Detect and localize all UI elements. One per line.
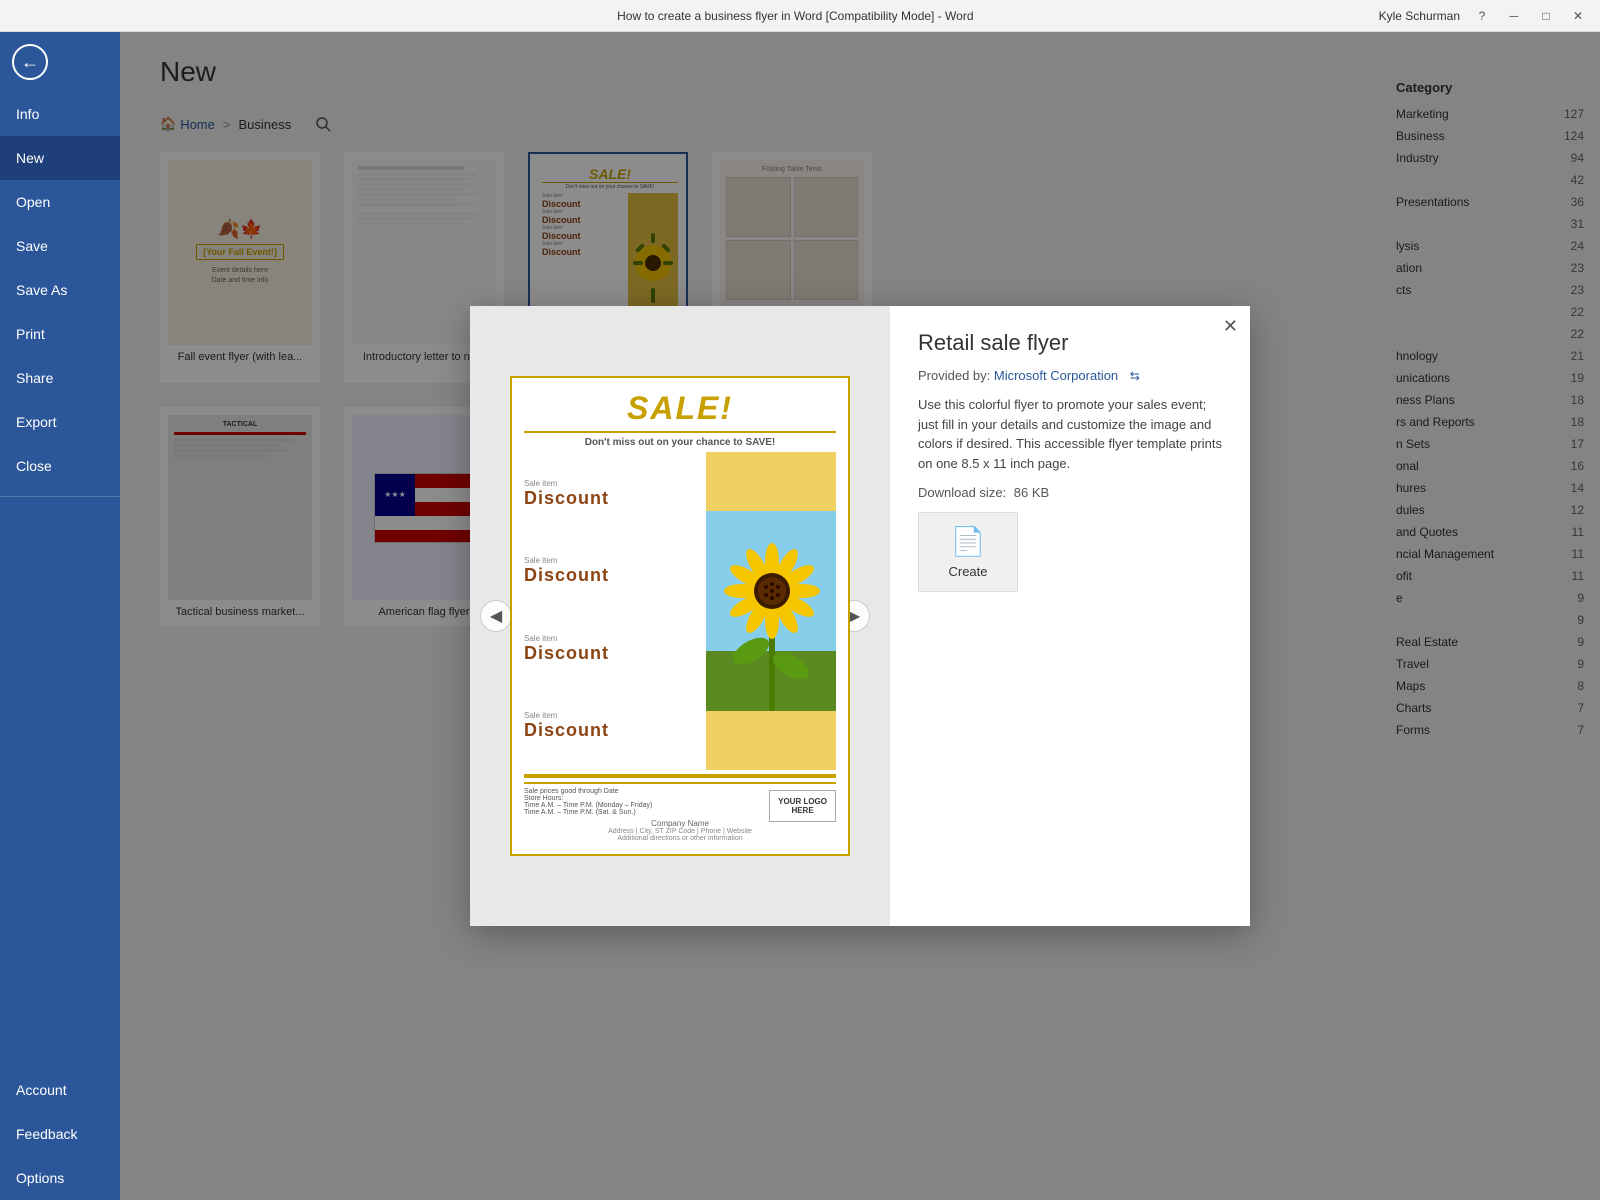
provider-label: Provided by: — [918, 368, 990, 383]
sidebar-divider — [0, 496, 120, 497]
flyer-item-label-3: Sale item — [524, 634, 698, 643]
flyer-footer-3: Time A.M. – Time P.M. (Monday – Friday) — [524, 802, 652, 809]
sidebar-label-open: Open — [16, 194, 50, 210]
modal-description: Use this colorful flyer to promote your … — [918, 395, 1222, 473]
create-icon: 📄 — [951, 525, 986, 558]
sidebar: ← Info New Open Save Save As Print Share… — [0, 32, 120, 1200]
sidebar-item-options[interactable]: Options — [0, 1156, 120, 1200]
flyer-title: SALE! — [524, 390, 836, 433]
flyer-item-1: Sale item Discount — [524, 479, 698, 509]
flyer-items: Sale item Discount Sale item Discount Sa… — [524, 452, 698, 770]
title-bar: How to create a business flyer in Word [… — [0, 0, 1600, 32]
minimize-button[interactable]: ─ — [1504, 6, 1524, 26]
user-name: Kyle Schurman — [1379, 9, 1460, 23]
flyer-item-value-4: Discount — [524, 720, 698, 741]
flyer-image — [706, 452, 836, 770]
maximize-button[interactable]: □ — [1536, 6, 1556, 26]
flyer-item-label-1: Sale item — [524, 479, 698, 488]
modal-overlay[interactable]: ✕ ◀ ▶ SALE! Don't miss out on your chanc… — [120, 32, 1600, 1200]
window-title: How to create a business flyer in Word [… — [212, 9, 1379, 23]
modal-title: Retail sale flyer — [918, 330, 1222, 356]
modal-provider: Provided by: Microsoft Corporation ⇆ — [918, 368, 1222, 383]
flyer-footer-1: Sale prices good through Date — [524, 788, 652, 795]
sidebar-label-save-as: Save As — [16, 282, 67, 298]
sidebar-item-save[interactable]: Save — [0, 224, 120, 268]
flyer-item-2: Sale item Discount — [524, 556, 698, 586]
sidebar-label-share: Share — [16, 370, 53, 386]
back-button[interactable]: ← — [0, 32, 60, 92]
sidebar-item-new[interactable]: New — [0, 136, 120, 180]
sidebar-label-save: Save — [16, 238, 48, 254]
flyer-body: Sale item Discount Sale item Discount Sa… — [524, 452, 836, 770]
sidebar-bottom: Account Feedback Options — [0, 1068, 120, 1200]
flyer-footer: Sale prices good through Date Store Hour… — [524, 782, 836, 842]
modal-close-button[interactable]: ✕ — [1223, 316, 1238, 337]
create-label: Create — [948, 564, 987, 579]
flyer-item-label-4: Sale item — [524, 711, 698, 720]
flyer-item-4: Sale item Discount — [524, 711, 698, 741]
back-icon: ← — [12, 44, 48, 80]
sidebar-label-info: Info — [16, 106, 39, 122]
sidebar-label-options: Options — [16, 1170, 64, 1186]
flyer-footer-4: Time A.M. – Time P.M. (Sat. & Sun.) — [524, 809, 652, 816]
create-button[interactable]: 📄 Create — [918, 512, 1018, 592]
download-label: Download size: — [918, 485, 1006, 500]
modal-preview-section: ◀ ▶ SALE! Don't miss out on your chance … — [470, 306, 890, 926]
flyer-address: Address | City, ST ZIP Code | Phone | We… — [524, 828, 836, 835]
sidebar-label-export: Export — [16, 414, 56, 430]
provider-link[interactable]: Microsoft Corporation — [994, 368, 1118, 383]
flyer-item-label-2: Sale item — [524, 556, 698, 565]
sidebar-label-print: Print — [16, 326, 45, 342]
modal-nav-left-button[interactable]: ◀ — [480, 600, 512, 632]
sidebar-item-feedback[interactable]: Feedback — [0, 1112, 120, 1156]
sidebar-item-info[interactable]: Info — [0, 92, 120, 136]
expand-icon: ⇆ — [1130, 369, 1140, 383]
flyer-subtitle: Don't miss out on your chance to SAVE! — [524, 433, 836, 452]
sidebar-item-account[interactable]: Account — [0, 1068, 120, 1112]
flyer-logo-box: YOUR LOGOHERE — [769, 790, 836, 822]
close-button[interactable]: ✕ — [1568, 6, 1588, 26]
flyer-item-value-3: Discount — [524, 643, 698, 664]
modal-dialog: ✕ ◀ ▶ SALE! Don't miss out on your chanc… — [470, 306, 1250, 926]
sidebar-label-close: Close — [16, 458, 52, 474]
sidebar-label-account: Account — [16, 1082, 67, 1098]
download-size: 86 KB — [1014, 485, 1049, 500]
sidebar-item-export[interactable]: Export — [0, 400, 120, 444]
sidebar-label-new: New — [16, 150, 44, 166]
help-button[interactable]: ? — [1472, 6, 1492, 26]
flyer-item-3: Sale item Discount — [524, 634, 698, 664]
flyer-directions: Additional directions or other informati… — [524, 835, 836, 842]
flyer-item-value-2: Discount — [524, 565, 698, 586]
modal-download-info: Download size: 86 KB — [918, 485, 1222, 500]
flyer-item-value-1: Discount — [524, 488, 698, 509]
sidebar-item-close[interactable]: Close — [0, 444, 120, 488]
sidebar-item-open[interactable]: Open — [0, 180, 120, 224]
flyer-footer-2: Store Hours: — [524, 795, 652, 802]
sidebar-item-print[interactable]: Print — [0, 312, 120, 356]
flyer-preview: SALE! Don't miss out on your chance to S… — [510, 376, 850, 856]
modal-info-section: Retail sale flyer Provided by: Microsoft… — [890, 306, 1250, 926]
sidebar-item-save-as[interactable]: Save As — [0, 268, 120, 312]
sidebar-item-share[interactable]: Share — [0, 356, 120, 400]
sidebar-label-feedback: Feedback — [16, 1126, 77, 1142]
